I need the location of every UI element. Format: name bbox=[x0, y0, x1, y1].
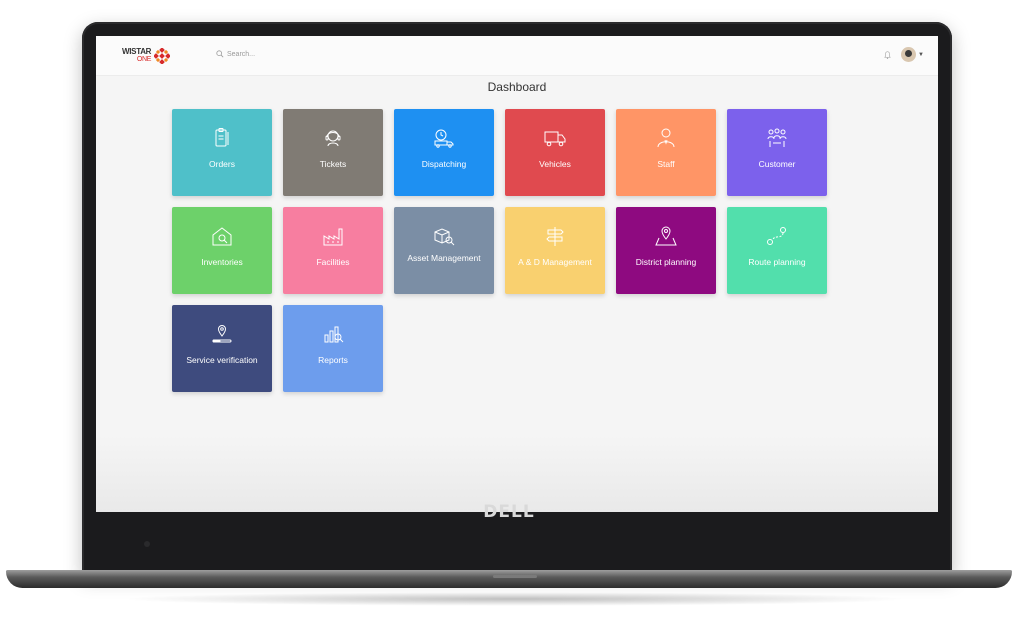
group-icon bbox=[767, 128, 787, 147]
tile-customer[interactable]: Customer bbox=[727, 109, 827, 196]
tile-reports[interactable]: Reports bbox=[283, 305, 383, 392]
laptop-base bbox=[6, 570, 1012, 588]
tile-ad-management[interactable]: A & D Management bbox=[505, 207, 605, 294]
laptop-lid: WISTAR ONE Search... ▼ Dashboard Orders … bbox=[82, 22, 952, 574]
tile-label: Inventories bbox=[201, 257, 243, 267]
app-screen: WISTAR ONE Search... ▼ Dashboard Orders … bbox=[96, 36, 938, 512]
bell-icon[interactable] bbox=[884, 50, 891, 59]
route-icon bbox=[767, 227, 786, 245]
tile-label: Tickets bbox=[319, 159, 347, 169]
logo-subtext: ONE bbox=[136, 56, 152, 63]
tile-staff[interactable]: Staff bbox=[616, 109, 716, 196]
logo-text: WISTAR bbox=[122, 47, 152, 56]
avatar[interactable] bbox=[901, 47, 917, 62]
logo-wordmark: WISTAR ONE bbox=[122, 48, 151, 64]
user-menu[interactable]: ▼ bbox=[901, 47, 924, 62]
box-search-icon bbox=[434, 228, 455, 246]
tile-dispatching[interactable]: Dispatching bbox=[394, 109, 494, 196]
map-pin-icon bbox=[655, 226, 677, 246]
tile-orders[interactable]: Orders bbox=[172, 109, 272, 196]
clipboard-icon bbox=[215, 128, 229, 147]
tile-label: Route planning bbox=[748, 257, 806, 267]
laptop-brand-logo: DELL bbox=[483, 502, 535, 522]
tile-label: Asset Management bbox=[407, 253, 481, 263]
tile-inventories[interactable]: Inventories bbox=[172, 207, 272, 294]
logo-mark-icon bbox=[154, 48, 171, 64]
tile-asset-management[interactable]: Asset Management bbox=[394, 207, 494, 294]
page-title: Dashboard bbox=[487, 80, 547, 94]
tile-facilities[interactable]: Facilities bbox=[283, 207, 383, 294]
tile-label: A & D Management bbox=[518, 257, 592, 267]
factory-icon bbox=[323, 228, 343, 246]
top-right-controls: ▼ bbox=[884, 47, 924, 62]
signpost-icon bbox=[546, 227, 564, 246]
chevron-down-icon: ▼ bbox=[918, 51, 924, 58]
search-bar[interactable]: Search... bbox=[216, 50, 255, 58]
tile-tickets[interactable]: Tickets bbox=[283, 109, 383, 196]
app-logo[interactable]: WISTAR ONE bbox=[122, 48, 171, 64]
tile-label: District planning bbox=[635, 257, 697, 267]
laptop-shadow bbox=[120, 592, 910, 606]
truck-icon bbox=[544, 131, 566, 147]
search-input[interactable]: Search... bbox=[227, 51, 255, 58]
tile-label: Orders bbox=[209, 159, 235, 169]
location-check-icon bbox=[212, 325, 232, 343]
tile-vehicles[interactable]: Vehicles bbox=[505, 109, 605, 196]
delivery-clock-icon bbox=[434, 129, 454, 148]
warehouse-icon bbox=[212, 227, 232, 246]
laptop-notch bbox=[493, 575, 537, 578]
headset-icon bbox=[325, 130, 341, 147]
tile-label: Vehicles bbox=[539, 159, 571, 169]
reports-icon bbox=[324, 326, 344, 343]
search-icon bbox=[216, 50, 224, 58]
tile-label: Dispatching bbox=[421, 159, 467, 169]
tile-label: Customer bbox=[758, 159, 796, 169]
screen-reflection bbox=[96, 436, 938, 512]
top-bar: WISTAR ONE Search... ▼ bbox=[96, 36, 938, 76]
tile-label: Facilities bbox=[316, 257, 350, 267]
tile-service-verification[interactable]: Service verification bbox=[172, 305, 272, 392]
webcam-icon bbox=[144, 541, 150, 547]
tile-label: Reports bbox=[318, 355, 348, 365]
tile-route-planning[interactable]: Route planning bbox=[727, 207, 827, 294]
person-icon bbox=[657, 128, 675, 148]
tile-label: Staff bbox=[657, 159, 675, 169]
tile-district-planning[interactable]: District planning bbox=[616, 207, 716, 294]
tile-label: Service verification bbox=[186, 355, 258, 365]
